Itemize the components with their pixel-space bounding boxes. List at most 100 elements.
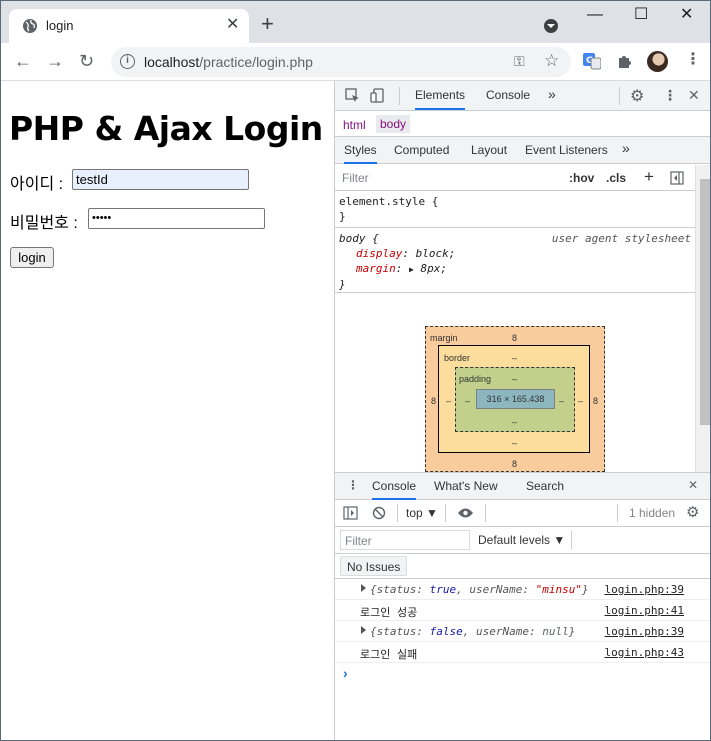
hov-toggle[interactable]: :hov [569, 171, 594, 185]
browser-tab-login[interactable]: login ✕ [9, 9, 249, 43]
tab-search-icon[interactable] [544, 19, 558, 33]
id-input[interactable]: testId [72, 169, 249, 190]
console-filter-input[interactable]: Filter [340, 530, 470, 550]
margin-top-value[interactable]: 8 [512, 333, 517, 343]
hidden-messages-count: 1 hidden [629, 506, 676, 520]
border-right-value[interactable]: – [578, 396, 583, 406]
element-style-selector[interactable]: element.style { [339, 194, 438, 209]
drawer-tab-search[interactable]: Search [526, 479, 564, 493]
inspect-element-icon[interactable] [345, 88, 360, 103]
margin-value: 8px [420, 262, 441, 275]
padding-top-value[interactable]: – [512, 374, 517, 384]
margin-label: margin [430, 333, 458, 343]
clear-console-icon[interactable] [372, 506, 386, 520]
expand-object-icon[interactable] [361, 626, 366, 634]
console-prompt[interactable]: › [343, 665, 348, 681]
close-drawer-icon[interactable]: ✕ [688, 478, 698, 492]
login-button[interactable]: login [10, 247, 54, 268]
margin-left-value[interactable]: 8 [431, 396, 436, 406]
border-top-value[interactable]: – [512, 353, 517, 363]
tab-elements[interactable]: Elements [415, 88, 466, 110]
devtools-menu-icon[interactable]: ⋮ [663, 87, 677, 104]
maximize-button[interactable]: ☐ [634, 6, 648, 24]
margin-declaration[interactable]: margin: ▶ 8px; [339, 261, 693, 277]
scrollbar-thumb[interactable] [700, 179, 710, 425]
log-source-link[interactable]: login.php:43 [605, 646, 684, 659]
toolbar-divider [397, 504, 398, 522]
minimize-button[interactable]: — [587, 6, 603, 24]
toolbar-divider [445, 504, 446, 522]
styles-scrollbar[interactable] [695, 165, 710, 472]
drawer-menu-icon[interactable]: ⋮ [347, 478, 359, 492]
margin-bottom-value[interactable]: 8 [512, 459, 517, 469]
close-window-button[interactable]: ✕ [680, 6, 693, 24]
console-log-row[interactable]: 로그인 성공 login.php:41 [335, 600, 710, 621]
log-text: 로그인 성공 [360, 606, 418, 619]
display-value: block [415, 247, 449, 260]
reload-button[interactable]: ↻ [79, 51, 94, 71]
tab-styles[interactable]: Styles [344, 143, 377, 164]
display-declaration[interactable]: display: block; [339, 246, 693, 261]
context-selector[interactable]: top ▼ [406, 506, 438, 520]
translate-icon[interactable]: G [583, 52, 601, 70]
border-left-value[interactable]: – [446, 396, 451, 406]
console-log-row[interactable]: {status: true, userName: "minsu"} login.… [335, 579, 710, 600]
rule-close-brace: } [339, 278, 346, 291]
console-log-row[interactable]: {status: false, userName: null} login.ph… [335, 621, 710, 642]
tab-computed[interactable]: Computed [394, 143, 449, 157]
console-log-row[interactable]: 로그인 실패 login.php:43 [335, 642, 710, 663]
live-expression-eye-icon[interactable] [457, 507, 474, 519]
padding-right-value[interactable]: – [559, 396, 564, 406]
password-input[interactable]: ••••• [88, 208, 265, 229]
margin-property: margin [356, 262, 396, 275]
tab-title: login [46, 18, 74, 33]
log-source-link[interactable]: login.php:39 [605, 625, 684, 638]
log-key-status: status [376, 625, 417, 638]
new-tab-button[interactable]: + [261, 13, 274, 35]
drawer-tab-console[interactable]: Console [372, 479, 417, 500]
profile-avatar[interactable] [647, 51, 668, 72]
breadcrumb-html[interactable]: html [343, 118, 366, 132]
padding-bottom-value[interactable]: – [512, 417, 517, 427]
browser-toolbar: ← → ↻ i localhost/practice/login.php ⚿ ☆… [1, 43, 710, 81]
cls-toggle[interactable]: .cls [606, 171, 626, 185]
tab-close-icon[interactable]: ✕ [226, 16, 239, 34]
new-style-rule-icon[interactable]: + [644, 167, 654, 187]
tab-layout[interactable]: Layout [471, 143, 507, 157]
browser-window: login ✕ + — ☐ ✕ ← → ↻ i localhost/practi… [0, 0, 711, 741]
toolbar-divider [571, 531, 572, 549]
no-issues-button[interactable]: No Issues [340, 556, 408, 576]
more-tabs-icon[interactable]: » [548, 86, 556, 102]
address-bar[interactable]: i localhost/practice/login.php ⚿ ☆ [111, 47, 571, 77]
key-icon[interactable]: ⚿ [514, 53, 525, 70]
styles-filter-input[interactable]: Filter [342, 171, 369, 185]
extensions-puzzle-icon[interactable] [616, 52, 634, 70]
close-devtools-icon[interactable]: ✕ [688, 87, 700, 104]
settings-gear-icon[interactable]: ⚙ [630, 86, 644, 106]
tab-console[interactable]: Console [486, 88, 530, 102]
console-settings-icon[interactable]: ⚙ [686, 503, 699, 521]
site-info-icon[interactable]: i [120, 54, 135, 69]
bookmark-star-icon[interactable]: ☆ [544, 51, 559, 71]
margin-right-value[interactable]: 8 [593, 396, 598, 406]
log-source-link[interactable]: login.php:39 [605, 583, 684, 596]
forward-button[interactable]: → [46, 51, 64, 71]
browser-menu-icon[interactable]: ⋮ [685, 52, 701, 68]
back-button[interactable]: ← [14, 51, 32, 71]
expand-object-icon[interactable] [361, 584, 366, 592]
padding-label: padding [459, 374, 492, 384]
tab-event-listeners[interactable]: Event Listeners [525, 143, 608, 157]
log-source-link[interactable]: login.php:41 [605, 604, 684, 617]
border-bottom-value[interactable]: – [512, 438, 517, 448]
drawer-tab-whats-new[interactable]: What's New [434, 479, 498, 493]
url-text[interactable]: localhost/practice/login.php [144, 54, 313, 70]
breadcrumb-body[interactable]: body [376, 115, 411, 133]
toggle-sidebar-icon[interactable] [670, 171, 684, 185]
box-model-content[interactable]: 316 × 165.438 [476, 389, 555, 409]
log-value-status: false [429, 625, 463, 638]
more-subtabs-icon[interactable]: » [622, 140, 630, 156]
console-sidebar-icon[interactable] [343, 506, 358, 520]
device-toolbar-icon[interactable] [370, 88, 385, 103]
padding-left-value[interactable]: – [465, 396, 470, 406]
default-levels-dropdown[interactable]: Default levels ▼ [478, 533, 565, 547]
